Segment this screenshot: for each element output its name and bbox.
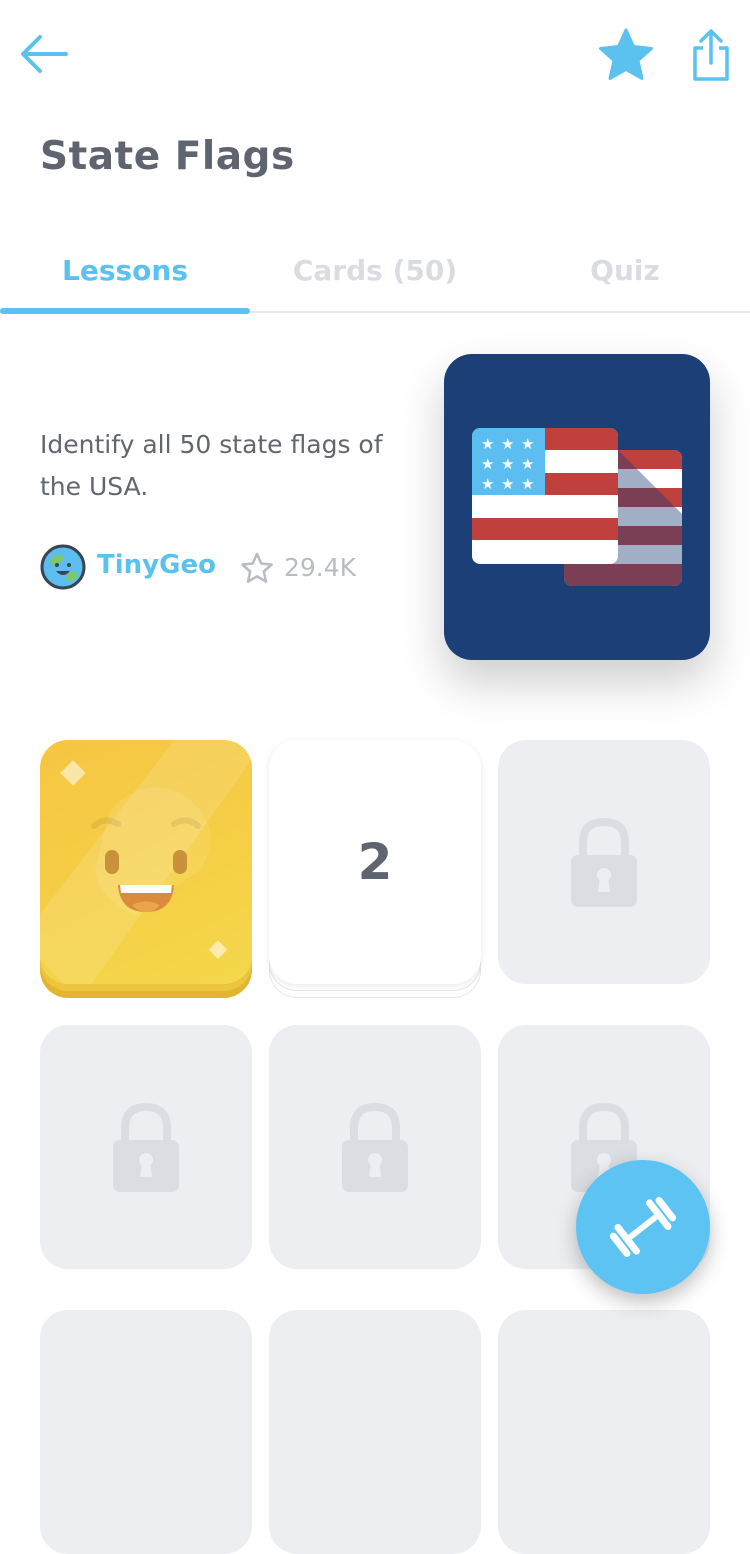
practice-button[interactable] [576,1160,710,1294]
svg-text:★: ★ [501,455,514,473]
lock-icon [342,1102,408,1192]
svg-text:★: ★ [501,435,514,453]
lesson-tile-locked[interactable] [269,1025,481,1269]
author-avatar[interactable] [40,544,86,590]
share-icon [693,29,729,81]
active-tab-indicator [0,308,250,314]
back-button[interactable] [18,30,70,78]
tab-lessons[interactable]: Lessons [0,240,250,302]
us-flags-icon: ★ ★ ★ ★ ★ ★ ★ ★ ★ [472,428,682,586]
lesson-tile-locked[interactable] [498,740,710,984]
lesson-tile-locked[interactable] [269,1310,481,1554]
lesson-tile-2-current[interactable]: 2 [269,740,481,984]
lesson-tile-locked[interactable] [40,1025,252,1269]
globe-avatar-icon [40,544,86,590]
svg-text:★: ★ [521,475,534,493]
svg-text:★: ★ [521,435,534,453]
lesson-tile-locked[interactable] [40,1310,252,1554]
lesson-tile-1-completed[interactable] [40,740,252,984]
svg-text:★: ★ [501,475,514,493]
lock-icon [571,817,637,907]
svg-text:★: ★ [481,475,494,493]
smiley-face-icon [40,740,252,984]
svg-text:★: ★ [521,455,534,473]
star-icon [599,28,653,80]
dumbbell-icon [609,1196,677,1258]
rating-star-icon [240,552,274,584]
author-name[interactable]: TinyGeo [97,550,216,580]
svg-text:★: ★ [481,435,494,453]
lesson-tile-locked[interactable] [498,1310,710,1554]
svg-text:★: ★ [481,455,494,473]
rating-count: 29.4K [284,553,357,582]
share-button[interactable] [690,28,732,82]
page-title: State Flags [40,134,295,179]
course-description: Identify all 50 state flags of the USA. [40,430,383,501]
lock-icon [113,1102,179,1192]
tab-bar: Lessons Cards (50) Quiz [0,240,750,314]
course-cover-card: ★ ★ ★ ★ ★ ★ ★ ★ ★ [444,354,710,660]
tab-quiz[interactable]: Quiz [500,240,750,302]
favorite-button[interactable] [597,27,655,83]
lesson-number: 2 [357,833,393,891]
tab-cards[interactable]: Cards (50) [250,240,500,302]
arrow-left-icon [21,35,68,73]
